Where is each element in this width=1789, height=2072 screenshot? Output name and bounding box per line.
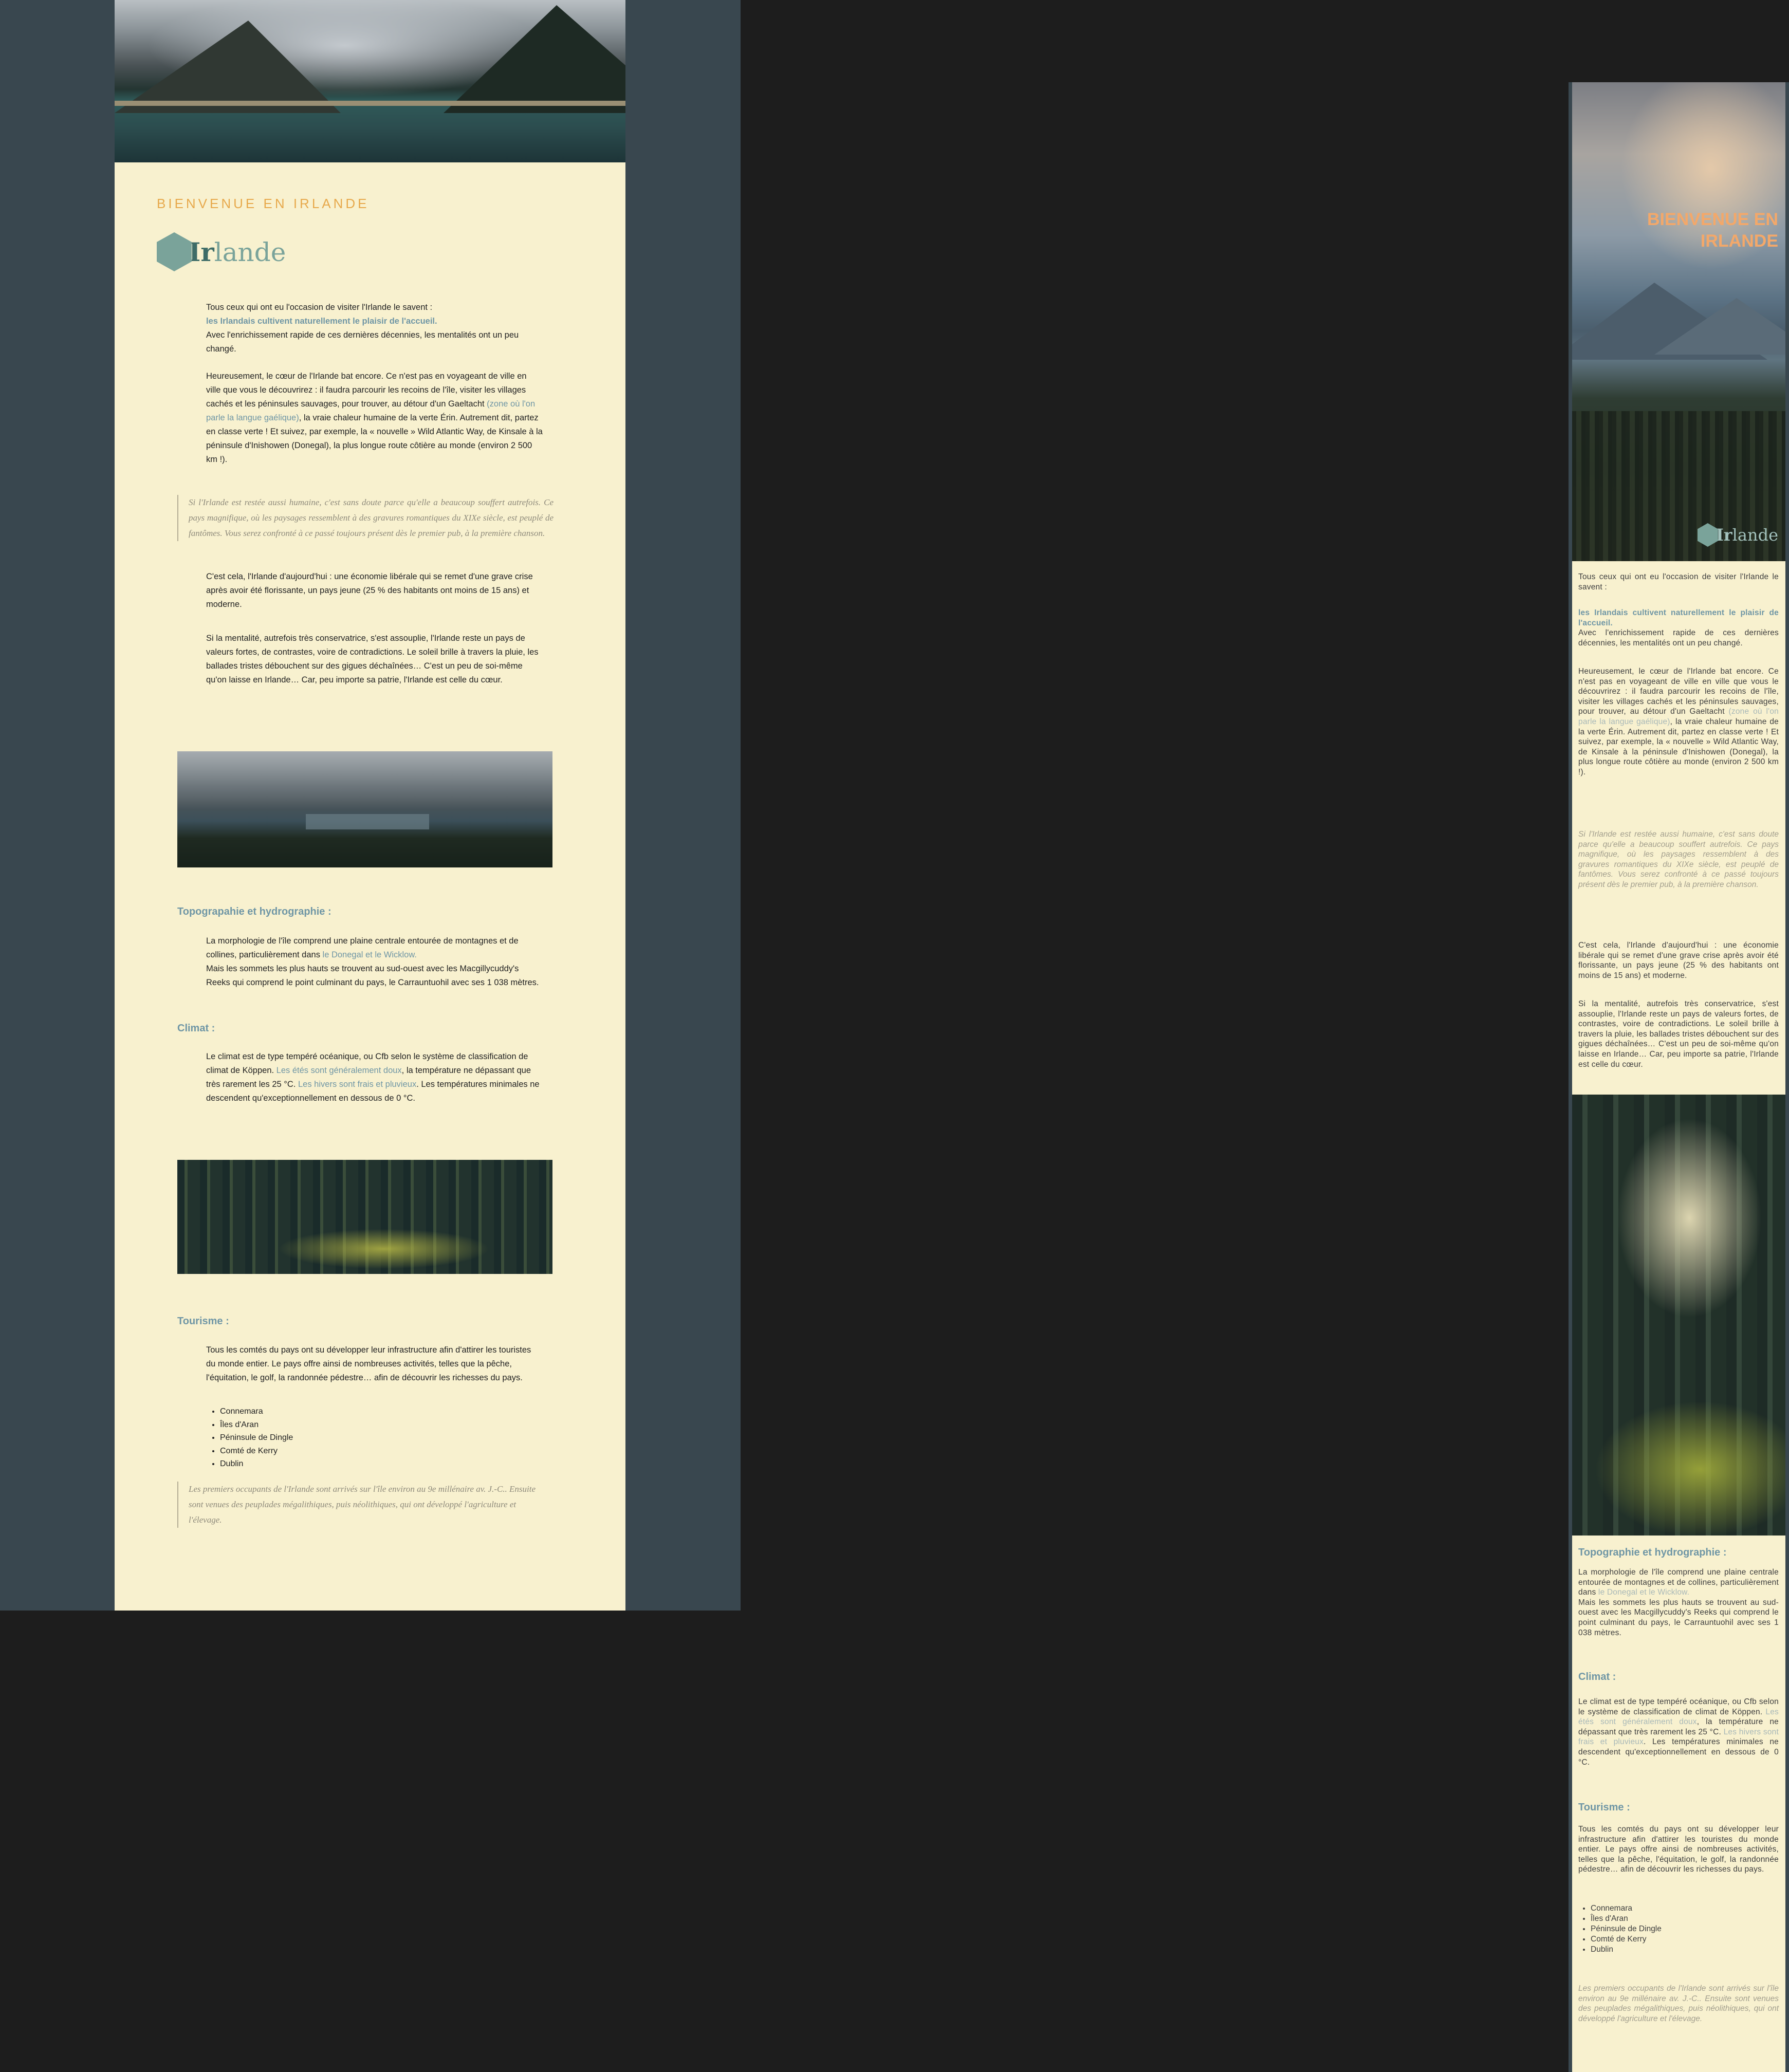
mobile-mountain-right [1654, 298, 1785, 355]
hexagon-logo-icon [157, 232, 192, 271]
heading-topography: Topograpahie et hydrographie : [177, 906, 331, 917]
hospitality-highlight: les Irlandais cultivent naturellement le… [1578, 608, 1779, 627]
mobile-topography-paragraph: La morphologie de l'île comprend une pla… [1578, 1568, 1779, 1637]
list-item: Connemara [220, 1405, 293, 1418]
mobile-heading-topography: Topographie et hydrographie : [1578, 1547, 1727, 1558]
heading-tourism: Tourisme : [177, 1316, 229, 1327]
list-item: Comté de Kerry [1591, 1934, 1662, 1945]
forest-image [177, 1160, 552, 1274]
intro-paragraph: Tous ceux qui ont eu l'occasion de visit… [206, 301, 543, 356]
climate-paragraph: Le climat est de type tempéré océanique,… [206, 1052, 540, 1103]
mobile-places-list: Connemara Îles d'Aran Péninsule de Dingl… [1581, 1903, 1662, 1955]
mobile-logo[interactable]: Irlande [1697, 523, 1778, 547]
shoreline [115, 101, 625, 106]
list-item: Dublin [1591, 1945, 1662, 1955]
mobile-today-paragraph: C'est cela, l'Irlande d'aujourd'hui : un… [1578, 941, 1779, 980]
mobile-heading-climate: Climat : [1578, 1671, 1616, 1682]
mobile-intro-line: Tous ceux qui ont eu l'occasion de visit… [1578, 572, 1779, 591]
mobile-heart-paragraph: Heureusement, le cœur de l'Irlande bat e… [1578, 667, 1779, 776]
summers-highlight: Les étés sont généralement doux [276, 1066, 402, 1075]
donegal-wicklow-link[interactable]: le Donegal et le Wicklow. [323, 950, 417, 959]
topography-paragraph: La morphologie de l'île comprend une pla… [206, 936, 539, 987]
mountain-right [444, 5, 625, 113]
hospitality-highlight: les Irlandais cultivent naturellement le… [206, 317, 437, 326]
tourism-paragraph: Tous les comtés du pays ont su développe… [206, 1345, 531, 1382]
mountain-left [115, 21, 341, 113]
list-item: Dublin [220, 1457, 293, 1471]
mobile-climate-paragraph: Le climat est de type tempéré océanique,… [1578, 1697, 1779, 1767]
mentality-paragraph: Si la mentalité, autrefois très conserva… [206, 634, 539, 684]
mobile-page-title: BIENVENUE EN IRLANDE [1647, 210, 1778, 251]
hero-lake-image [115, 0, 625, 162]
mobile-intro-block: les Irlandais cultivent naturellement le… [1578, 608, 1779, 647]
quote-history: Les premiers occupants de l'Irlande sont… [177, 1482, 543, 1528]
logo-wordmark: Irlande [1716, 525, 1778, 545]
mobile-mentality-paragraph: Si la mentalité, autrefois très conserva… [1578, 1000, 1779, 1069]
hexagon-logo-icon [1697, 523, 1718, 547]
today-paragraph: C'est cela, l'Irlande d'aujourd'hui : un… [206, 572, 533, 609]
places-list: Connemara Îles d'Aran Péninsule de Dingl… [209, 1405, 293, 1471]
heading-climate: Climat : [177, 1023, 215, 1034]
mobile-page: BIENVENUE EN IRLANDE Irlande Tous ceux q… [1572, 82, 1785, 2072]
donegal-wicklow-link[interactable]: le Donegal et le Wicklow. [1598, 1588, 1689, 1597]
list-item: Connemara [1591, 1903, 1662, 1914]
mobile-hero-image: BIENVENUE EN IRLANDE Irlande [1572, 82, 1785, 561]
welcome-kicker: BIENVENUE EN IRLANDE [157, 196, 370, 211]
list-item: Îles d'Aran [220, 1418, 293, 1432]
logo-wordmark: Irlande [189, 236, 286, 267]
list-item: Îles d'Aran [1591, 1914, 1662, 1924]
mobile-quote-history: Les premiers occupants de l'Irlande sont… [1578, 1984, 1779, 2023]
mobile-heading-tourism: Tourisme : [1578, 1802, 1630, 1813]
lake-water [306, 814, 429, 829]
list-item: Péninsule de Dingle [220, 1431, 293, 1445]
heart-paragraph: Heureusement, le cœur de l'Irlande bat e… [206, 372, 543, 464]
quote-humanity: Si l'Irlande est restée aussi humaine, c… [177, 495, 554, 541]
winters-highlight: Les hivers sont frais et pluvieux [298, 1080, 417, 1089]
site-logo[interactable]: Irlande [157, 232, 286, 271]
mountain-lake-image [177, 751, 552, 867]
list-item: Péninsule de Dingle [1591, 1924, 1662, 1934]
desktop-page: BIENVENUE EN IRLANDE Irlande Tous ceux q… [115, 0, 625, 1611]
mobile-forest-image [1572, 1095, 1785, 1535]
mobile-tourism-paragraph: Tous les comtés du pays ont su développe… [1578, 1825, 1779, 1874]
mobile-quote-humanity: Si l'Irlande est restée aussi humaine, c… [1578, 830, 1779, 889]
list-item: Comté de Kerry [220, 1445, 293, 1458]
